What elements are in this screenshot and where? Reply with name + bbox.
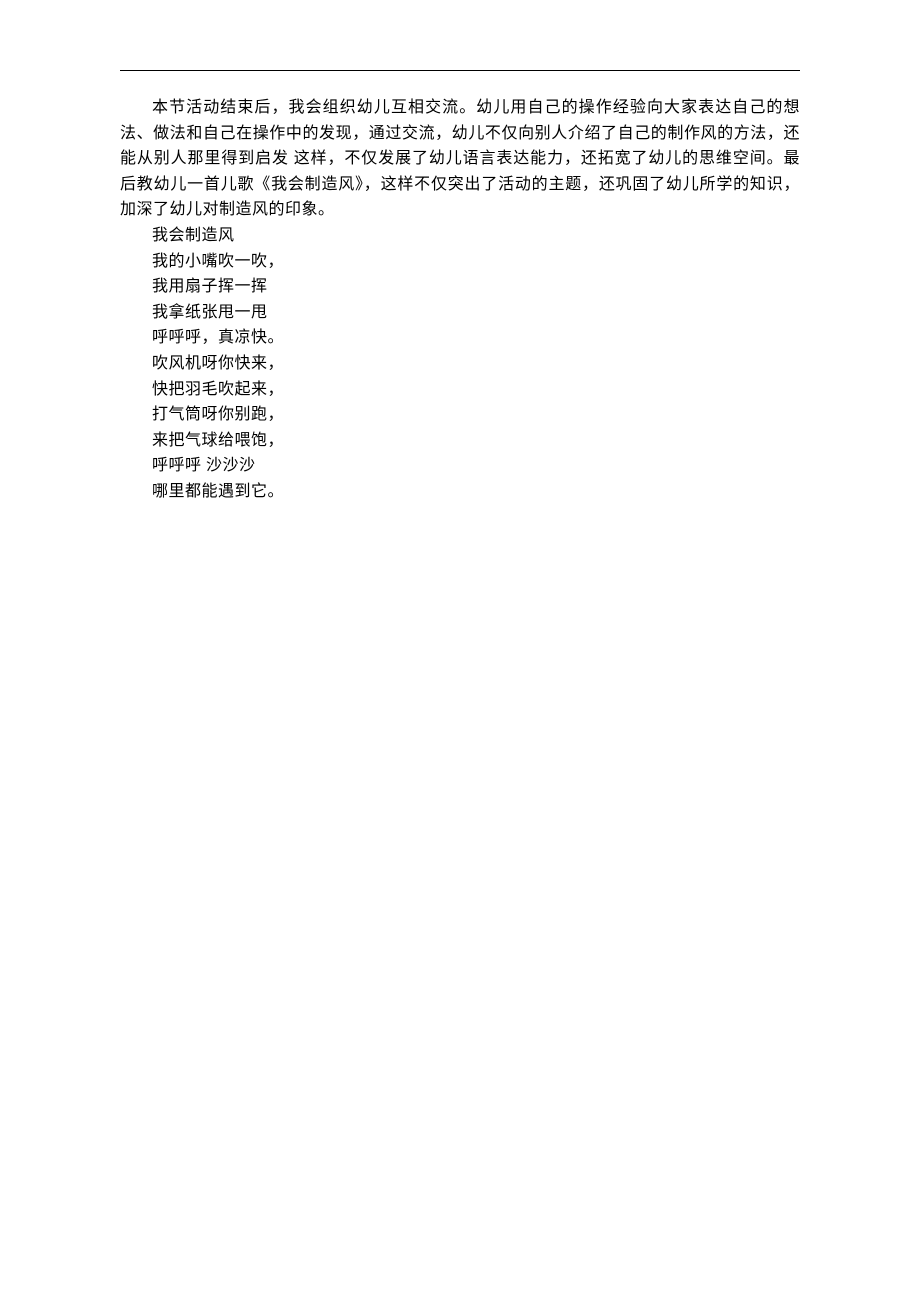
poem-line: 我拿纸张甩一甩 bbox=[120, 300, 800, 326]
poem-line: 快把羽毛吹起来， bbox=[120, 377, 800, 403]
poem-line: 呼呼呼 沙沙沙 bbox=[120, 453, 800, 479]
poem-line: 呼呼呼，真凉快。 bbox=[120, 325, 800, 351]
poem-line: 我用扇子挥一挥 bbox=[120, 274, 800, 300]
horizontal-rule bbox=[120, 70, 800, 71]
poem-line: 吹风机呀你快来， bbox=[120, 351, 800, 377]
poem-line: 哪里都能遇到它。 bbox=[120, 479, 800, 505]
document-page: 本节活动结束后，我会组织幼儿互相交流。幼儿用自己的操作经验向大家表达自己的想法、… bbox=[0, 0, 920, 1302]
poem-line: 我会制造风 bbox=[120, 223, 800, 249]
poem-line: 打气筒呀你别跑， bbox=[120, 402, 800, 428]
poem-line: 我的小嘴吹一吹， bbox=[120, 249, 800, 275]
poem-line: 来把气球给喂饱， bbox=[120, 428, 800, 454]
body-paragraph: 本节活动结束后，我会组织幼儿互相交流。幼儿用自己的操作经验向大家表达自己的想法、… bbox=[120, 95, 800, 223]
